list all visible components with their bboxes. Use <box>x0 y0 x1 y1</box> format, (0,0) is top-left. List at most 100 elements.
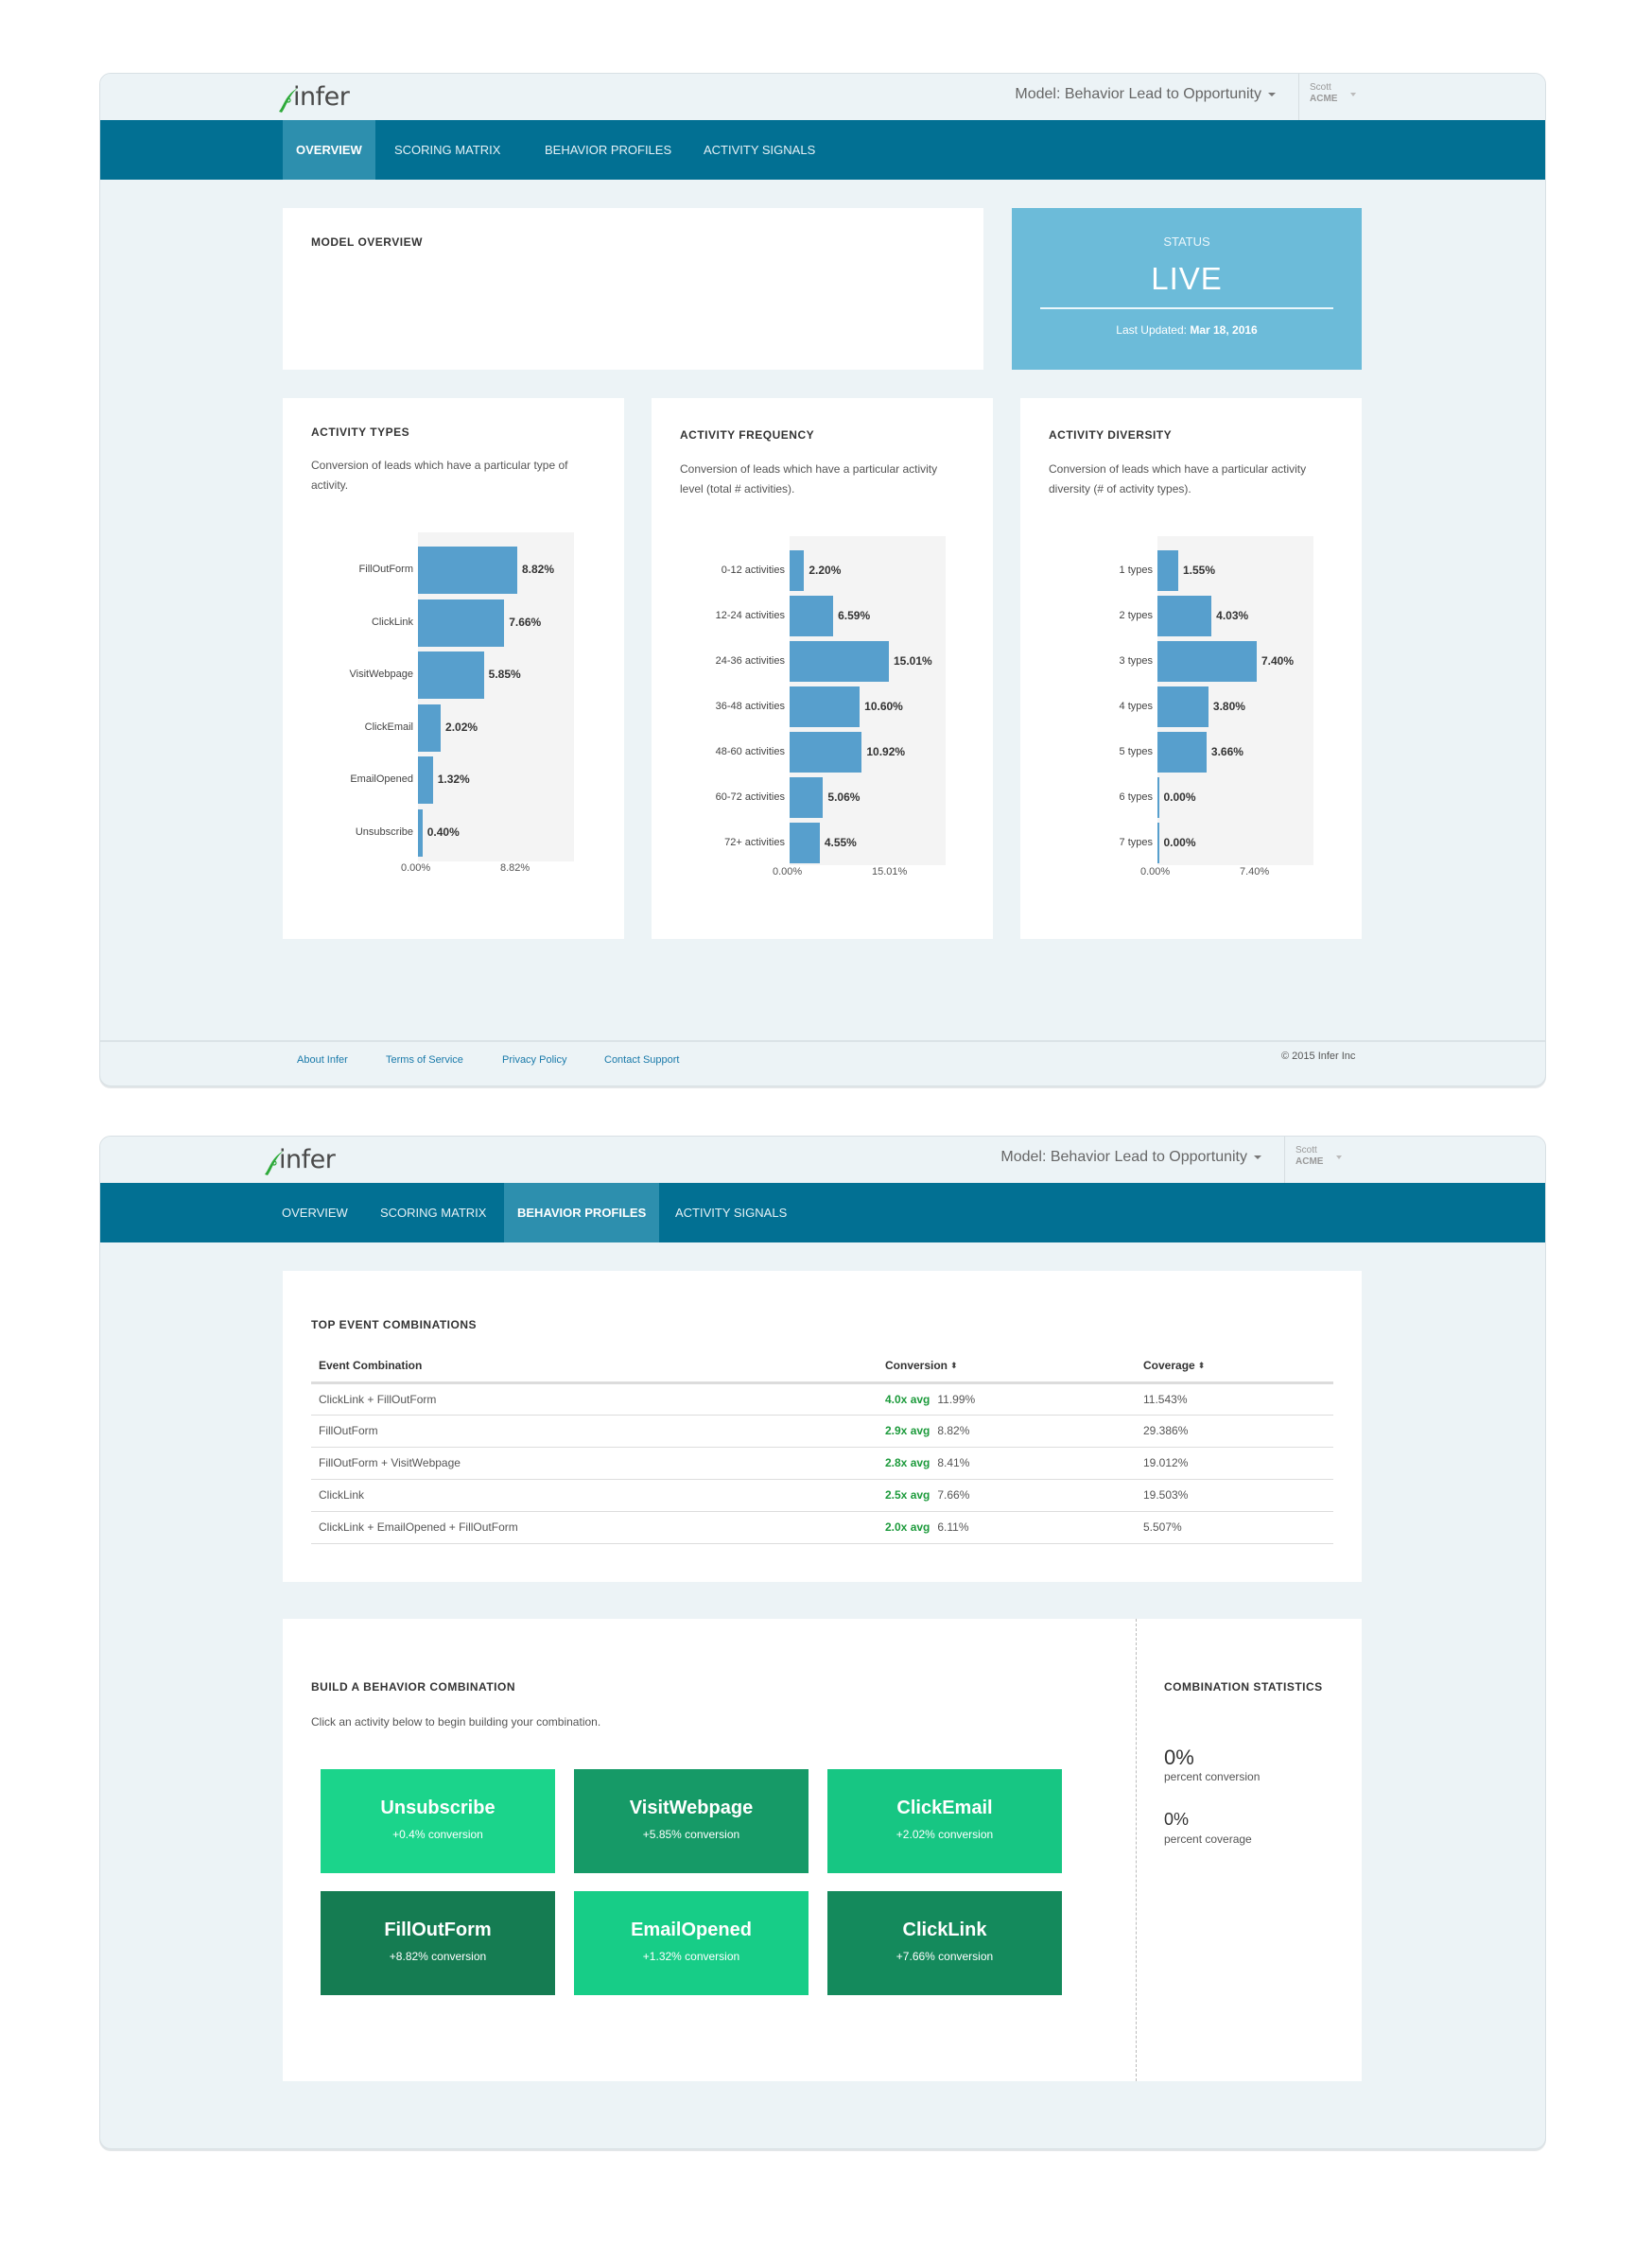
stat-conversion-label: percent conversion <box>1164 1770 1261 1783</box>
chart-bar[interactable] <box>790 823 820 863</box>
tile-conversion: +0.4% conversion <box>392 1828 483 1841</box>
bar-category-label: ClickLink <box>371 616 413 628</box>
model-overview-card: MODEL OVERVIEW <box>283 208 983 370</box>
chart-bar[interactable] <box>418 808 423 857</box>
chart-bar[interactable] <box>1157 686 1209 727</box>
bar-category-label: 60-72 activities <box>715 790 785 803</box>
bar-category-label: 4 types <box>1119 700 1153 712</box>
activity-tile-emailopened[interactable]: EmailOpened +1.32% conversion <box>574 1891 809 1995</box>
tab-activity-signals[interactable]: ACTIVITY SIGNALS <box>690 120 828 180</box>
bar-value-label: 7.40% <box>1261 653 1295 668</box>
chart-bar[interactable] <box>418 756 433 804</box>
activity-tile-visitwebpage[interactable]: VisitWebpage +5.85% conversion <box>574 1769 809 1873</box>
logo-text: infer <box>293 82 350 112</box>
main-nav: OVERVIEW SCORING MATRIX BEHAVIOR PROFILE… <box>100 1183 1545 1242</box>
bar-value-label: 15.01% <box>894 653 932 668</box>
chart-bar[interactable] <box>1157 732 1207 773</box>
conversion-rate: 11.99% <box>937 1392 976 1406</box>
activity-tile-filloutform[interactable]: FillOutForm +8.82% conversion <box>321 1891 555 1995</box>
tile-conversion: +8.82% conversion <box>389 1950 487 1963</box>
activity-tile-clickemail[interactable]: ClickEmail +2.02% conversion <box>827 1769 1062 1873</box>
avg-multiplier: 2.8x avg <box>885 1456 930 1469</box>
bar-value-label: 5.85% <box>488 668 521 681</box>
avg-multiplier: 2.5x avg <box>885 1488 930 1502</box>
bar-value-label: 4.03% <box>1216 608 1249 622</box>
top-bar: infer Model: Behavior Lead to Opportunit… <box>100 74 1545 120</box>
x-tick-label: 8.82% <box>500 862 530 874</box>
sort-icon[interactable]: ⬍ <box>1198 1361 1206 1371</box>
user-menu[interactable]: Scott ACME <box>1298 74 1374 120</box>
chart-bar[interactable] <box>790 777 824 818</box>
conversion-rate: 6.11% <box>937 1520 969 1534</box>
chart-bar[interactable] <box>418 599 505 647</box>
model-selector[interactable]: Model: Behavior Lead to Opportunity <box>1000 1149 1261 1166</box>
footer-divider <box>100 1040 1545 1042</box>
chart-title: ACTIVITY FREQUENCY <box>680 428 815 442</box>
bar-category-label: FillOutForm <box>358 564 413 575</box>
tab-scoring-matrix[interactable]: SCORING MATRIX <box>381 120 513 180</box>
x-tick-label: 0.00% <box>773 866 803 877</box>
combinations-table: Event Combination Conversion ⬍ Coverage ⬍ … <box>311 1349 1333 1544</box>
tile-conversion: +1.32% conversion <box>642 1950 740 1963</box>
chart-bar[interactable] <box>790 732 862 773</box>
chart-bar[interactable] <box>418 651 484 699</box>
chart-bar[interactable] <box>418 547 517 594</box>
cell-combination: ClickLink <box>311 1479 878 1512</box>
tab-overview[interactable]: OVERVIEW <box>269 1183 361 1242</box>
tab-behavior-profiles[interactable]: BEHAVIOR PROFILES <box>531 120 685 180</box>
bar-category-label: 48-60 activities <box>715 745 785 757</box>
bar-value-label: 4.55% <box>824 835 857 849</box>
chart-bar[interactable] <box>418 704 442 752</box>
tab-activity-signals[interactable]: ACTIVITY SIGNALS <box>662 1183 800 1242</box>
table-row[interactable]: ClickLink + EmailOpened + FillOutForm 2.0… <box>311 1511 1333 1544</box>
table-row[interactable]: ClickLink + FillOutForm 4.0x avg 11.99% 11.… <box>311 1382 1333 1416</box>
infer-logo[interactable]: infer <box>278 81 350 113</box>
builder-title: BUILD A BEHAVIOR COMBINATION <box>311 1680 515 1694</box>
tab-behavior-profiles[interactable]: BEHAVIOR PROFILES <box>504 1183 660 1242</box>
activity-tile-unsubscribe[interactable]: Unsubscribe +0.4% conversion <box>321 1769 555 1873</box>
footer-link-terms[interactable]: Terms of Service <box>386 1054 463 1066</box>
tile-activity-name: Unsubscribe <box>380 1798 496 1818</box>
table-row[interactable]: ClickLink 2.5x avg 7.66% 19.503% <box>311 1479 1333 1512</box>
bar-value-label: 0.00% <box>1163 835 1196 849</box>
chart-bar[interactable] <box>1157 823 1159 863</box>
cell-combination: FillOutForm + VisitWebpage <box>311 1447 878 1480</box>
cell-combination: ClickLink + FillOutForm <box>311 1382 878 1416</box>
chart-bar[interactable] <box>790 686 861 727</box>
model-selector[interactable]: Model: Behavior Lead to Opportunity <box>1015 86 1276 103</box>
cell-combination: ClickLink + EmailOpened + FillOutForm <box>311 1511 878 1544</box>
chart-description: Conversion of leads which have a particu… <box>311 459 568 492</box>
chart-bar[interactable] <box>1157 550 1178 591</box>
footer-link-privacy[interactable]: Privacy Policy <box>502 1054 566 1066</box>
tab-scoring-matrix[interactable]: SCORING MATRIX <box>367 1183 499 1242</box>
cell-conversion: 2.5x avg 7.66% <box>878 1479 1136 1512</box>
chart-bar[interactable] <box>790 641 889 682</box>
chart-bar[interactable] <box>790 550 805 591</box>
chart-bar[interactable] <box>1157 777 1159 818</box>
table-row[interactable]: FillOutForm 2.9x avg 8.82% 29.386% <box>311 1415 1333 1448</box>
model-label: Model: Behavior Lead to Opportunity <box>1000 1149 1247 1165</box>
last-updated-label: Last Updated: <box>1116 323 1187 337</box>
footer-link-support[interactable]: Contact Support <box>604 1054 680 1066</box>
behavior-profiles-window: infer Model: Behavior Lead to Opportunit… <box>99 1136 1546 2149</box>
user-name: Scott <box>1296 1145 1317 1155</box>
footer-link-about[interactable]: About Infer <box>297 1054 348 1066</box>
column-header-coverage[interactable]: Coverage ⬍ <box>1136 1349 1333 1384</box>
sort-icon[interactable]: ⬍ <box>950 1361 958 1371</box>
bar-category-label: VisitWebpage <box>349 669 413 680</box>
tab-overview[interactable]: OVERVIEW <box>283 120 375 180</box>
infer-logo[interactable]: infer <box>264 1144 336 1176</box>
model-label: Model: Behavior Lead to Opportunity <box>1015 86 1261 102</box>
copyright: © 2015 Infer Inc <box>1281 1051 1356 1062</box>
column-header-conversion[interactable]: Conversion ⬍ <box>878 1349 1136 1384</box>
chart-description: Conversion of leads which have a particu… <box>680 462 938 495</box>
x-tick-label: 0.00% <box>1140 866 1171 877</box>
chart-bar[interactable] <box>790 596 834 636</box>
activity-tile-clicklink[interactable]: ClickLink +7.66% conversion <box>827 1891 1062 1995</box>
avg-multiplier: 2.9x avg <box>885 1424 930 1437</box>
user-menu[interactable]: Scott ACME <box>1284 1137 1360 1183</box>
chart-bar[interactable] <box>1157 596 1212 636</box>
bar-value-label: 0.40% <box>426 825 460 839</box>
chart-bar[interactable] <box>1157 641 1257 682</box>
table-row[interactable]: FillOutForm + VisitWebpage 2.8x avg 8.41% 1… <box>311 1447 1333 1480</box>
